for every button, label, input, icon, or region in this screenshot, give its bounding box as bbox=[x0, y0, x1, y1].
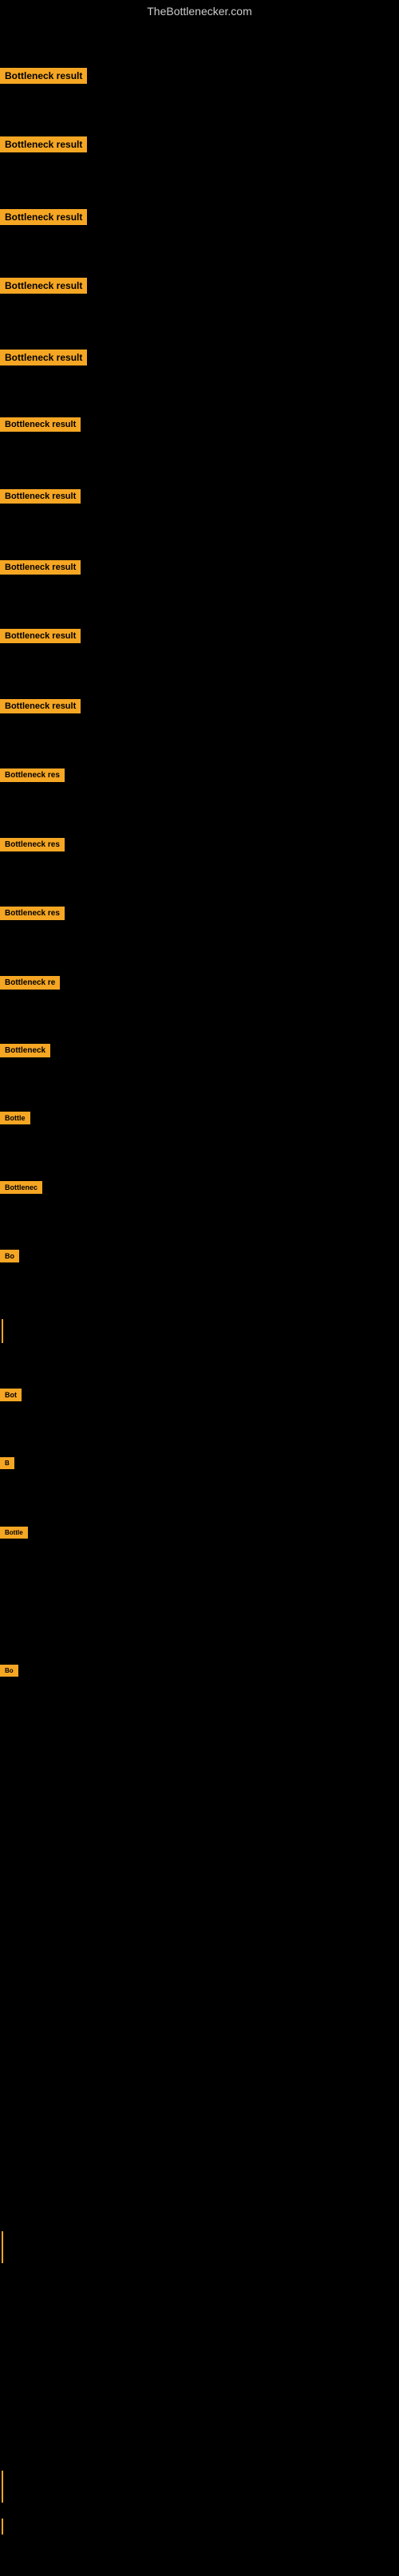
bottleneck-result-badge: Bottleneck result bbox=[0, 629, 81, 643]
bottleneck-result-badge: Bottleneck res bbox=[0, 768, 65, 782]
bottleneck-result-badge: Bottleneck re bbox=[0, 976, 60, 990]
bottleneck-indicator-line bbox=[2, 2519, 3, 2535]
bottleneck-result-badge: Bottleneck res bbox=[0, 907, 65, 920]
bottleneck-indicator-line bbox=[2, 2471, 3, 2503]
bottleneck-result-badge: Bottleneck result bbox=[0, 350, 87, 365]
bottleneck-result-badge: Bottleneck result bbox=[0, 560, 81, 575]
bottleneck-result-badge: Bottleneck result bbox=[0, 136, 87, 152]
bottleneck-result-badge: Bottleneck res bbox=[0, 838, 65, 851]
bottleneck-result-badge: Bottle bbox=[0, 1527, 28, 1539]
bottleneck-result-badge: Bottlenec bbox=[0, 1181, 42, 1194]
bottleneck-indicator-line bbox=[2, 2231, 3, 2263]
bottleneck-result-badge: Bottleneck result bbox=[0, 699, 81, 713]
bottleneck-result-badge: Bot bbox=[0, 1389, 22, 1401]
bottleneck-result-badge: B bbox=[0, 1457, 14, 1469]
bottleneck-result-badge: Bottleneck result bbox=[0, 417, 81, 432]
bottleneck-result-badge: Bo bbox=[0, 1250, 19, 1262]
bottleneck-result-badge: Bottleneck bbox=[0, 1044, 50, 1057]
bottleneck-result-badge: Bottle bbox=[0, 1112, 30, 1124]
bottleneck-result-badge: Bottleneck result bbox=[0, 278, 87, 294]
bottleneck-result-badge: Bottleneck result bbox=[0, 209, 87, 225]
bottleneck-result-badge: Bottleneck result bbox=[0, 489, 81, 504]
bottleneck-result-badge: Bo bbox=[0, 1665, 18, 1677]
site-title: TheBottlenecker.com bbox=[0, 0, 399, 22]
bottleneck-indicator-line bbox=[2, 1319, 3, 1343]
bottleneck-result-badge: Bottleneck result bbox=[0, 68, 87, 84]
